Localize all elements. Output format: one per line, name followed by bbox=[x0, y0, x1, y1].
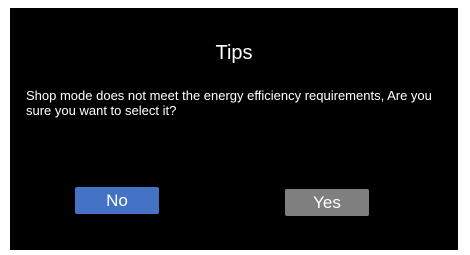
dialog-title: Tips bbox=[215, 42, 253, 64]
yes-button[interactable]: Yes bbox=[285, 189, 369, 216]
dialog-message: Shop mode does not meet the energy effic… bbox=[26, 88, 432, 118]
no-button[interactable]: No bbox=[75, 187, 159, 214]
tips-dialog: Tips Shop mode does not meet the energy … bbox=[10, 8, 458, 250]
